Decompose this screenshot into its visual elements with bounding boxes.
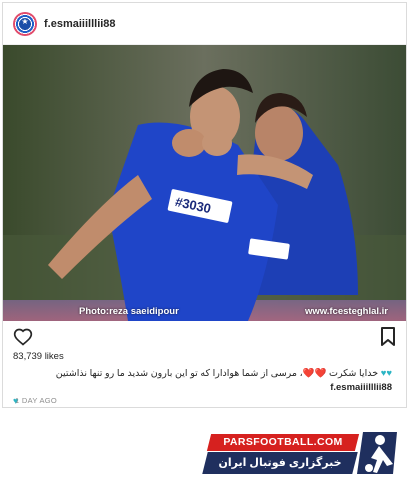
brand-site: PARSFOOTBALL.COM — [223, 436, 343, 448]
post-caption: ♥♥ خدایا شکرت ❤️❤️، مرسی از شما هوادارا … — [13, 367, 392, 409]
photo-website: www.fcesteghlal.ir — [304, 306, 388, 317]
post-header: ★ f.esmaiiilllii88 — [3, 3, 406, 45]
caption-hearts: ♥♥ — [380, 368, 392, 379]
soccer-player-icon — [357, 432, 397, 474]
heart-outline-icon — [13, 328, 33, 346]
brand-tagline: خبرگزاری فوتبال ایران — [218, 457, 342, 469]
bookmark-icon — [381, 327, 395, 346]
like-button[interactable] — [13, 327, 33, 347]
post-username[interactable]: f.esmaiiilllii88 — [44, 18, 116, 30]
brand-site-bar: PARSFOOTBALL.COM — [206, 434, 360, 451]
parsfootball-logo: PARSFOOTBALL.COM خبرگزاری فوتبال ایران — [202, 428, 398, 482]
celebration-photo: #3030 — [3, 45, 406, 321]
photo-credit: Photo:reza saeidipour — [79, 306, 179, 317]
profile-avatar[interactable]: ★ — [13, 12, 37, 36]
likes-count[interactable]: 83,739 likes — [13, 351, 64, 362]
post-timestamp[interactable]: 1 DAY AGO — [15, 396, 57, 405]
post-photo[interactable]: #3030 Photo:reza saeidipour www.fcestegh… — [3, 45, 406, 321]
post-actions — [3, 321, 406, 351]
brand-tagline-bar: خبرگزاری فوتبال ایران — [202, 452, 358, 474]
save-button[interactable] — [380, 327, 396, 347]
caption-username[interactable]: f.esmaiiilllii88 — [330, 382, 392, 393]
caption-text: خدایا شکرت ❤️❤️، مرسی از شما هوادارا که … — [55, 368, 379, 379]
instagram-post: ★ f.esmaiiilllii88 #3030 Photo:reza saei… — [2, 2, 407, 408]
